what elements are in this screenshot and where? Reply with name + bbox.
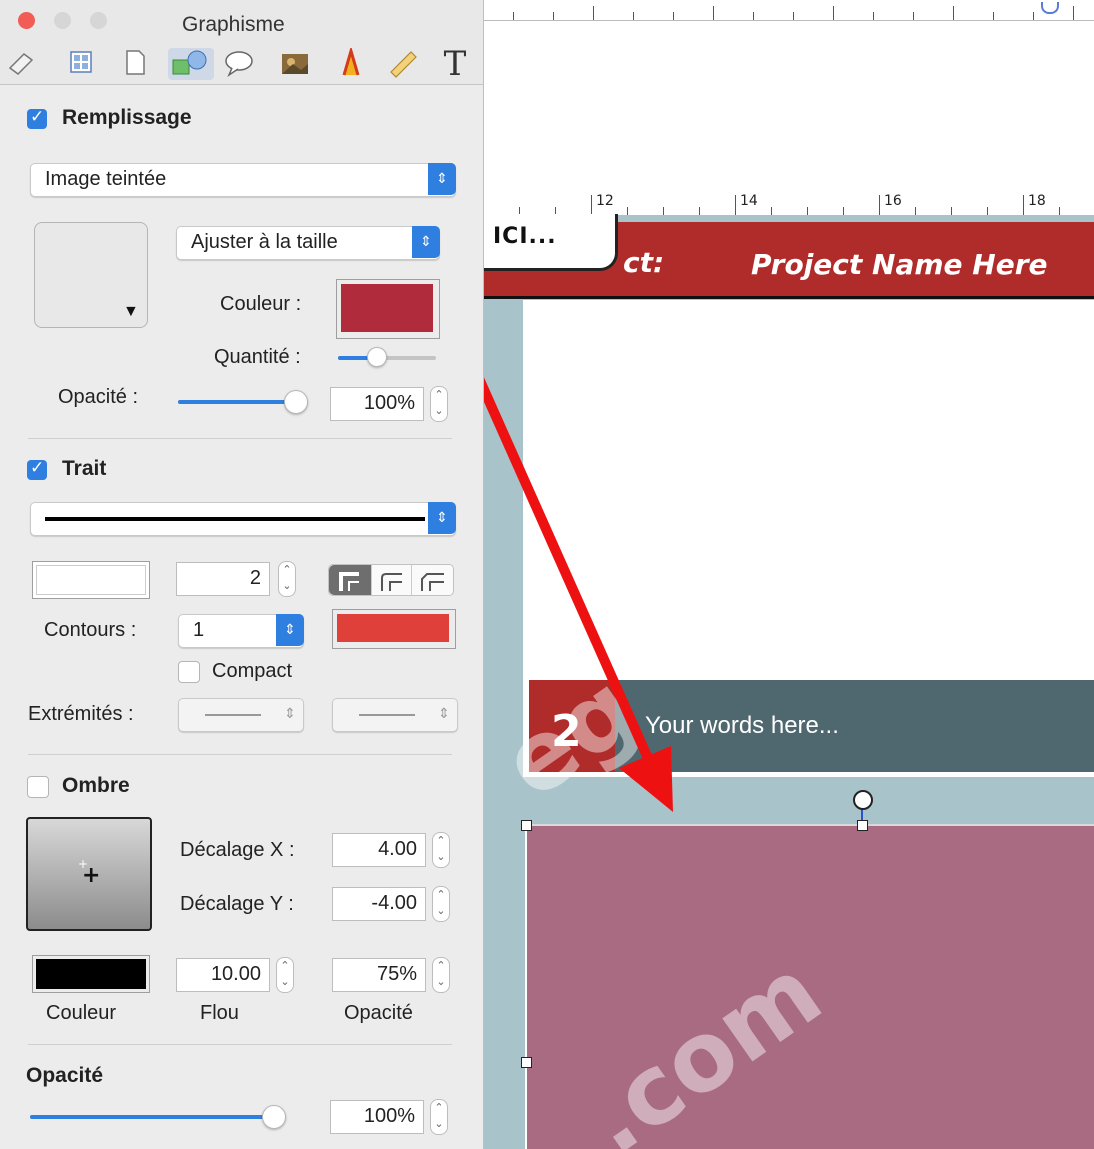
scale-value: Ajuster à la taille [191,231,338,253]
offset-x-field[interactable]: 4.00 [332,833,426,867]
compact-label: Compact [212,660,293,682]
amount-slider[interactable] [338,347,436,367]
stroke-color-well[interactable] [32,561,150,599]
line-join-segmented [328,564,454,596]
object-opacity-stepper[interactable]: ⌃ ⌄ [430,1099,448,1135]
fill-section-title: Remplissage [62,106,192,129]
plus-small-icon: + [78,857,89,871]
dropdown-triangle-icon: ▼ [123,303,139,320]
opacity-section-title: Opacité [26,1064,104,1087]
shadow-checkbox[interactable] [27,776,49,798]
fill-color-well[interactable] [336,279,440,339]
shadow-opacity-stepper[interactable]: ⌃ ⌄ [432,957,450,993]
text-style-icon[interactable] [334,45,368,80]
blur-label: Flou [200,1002,239,1024]
fill-checkbox[interactable] [27,107,47,129]
layout-icon[interactable] [64,48,98,80]
blur-stepper[interactable]: ⌃ ⌄ [276,957,294,993]
line-ends-label: Extrémités : [28,703,134,725]
end-cap-select[interactable]: ⇕ [332,698,458,732]
offset-x-value: 4.00 [378,838,417,860]
offset-x-label: Décalage X : [180,839,295,861]
compact-checkbox[interactable] [178,661,200,683]
image-icon[interactable] [278,48,312,80]
line-cap-preview [205,714,261,716]
fill-opacity-value: 100% [363,392,415,414]
chevron-updown-icon: ⇕ [428,163,456,195]
fill-opacity-slider[interactable] [178,390,308,414]
inspector-toolbar: T [0,44,483,85]
object-opacity-value: 100% [363,1105,415,1127]
line-join-round-icon[interactable] [371,565,412,595]
chevron-updown-icon: ⇕ [412,226,440,258]
start-cap-select[interactable]: ⇕ [178,698,304,732]
blur-value: 10.00 [210,963,261,985]
image-well[interactable]: ▼ [34,222,148,328]
scale-select[interactable]: Ajuster à la taille ⇕ [176,226,440,260]
fill-opacity-label: Opacité : [58,386,139,408]
fill-opacity-knob[interactable] [284,390,308,414]
shadow-opacity-field[interactable]: 75% [332,958,426,992]
stroke-checkbox[interactable] [27,458,47,480]
contours-value: 1 [193,619,205,641]
text-icon[interactable]: T [438,47,472,81]
document-canvas[interactable]: 12 14 16 18 ct: Project Name Here ICI...… [483,0,1094,1149]
offset-y-stepper[interactable]: ⌃ ⌄ [432,886,450,922]
stroke-width-value: 2 [249,567,261,589]
amount-label: Quantité : [214,346,301,368]
minimize-button[interactable] [54,12,71,29]
shape-icon[interactable] [168,48,214,80]
section-divider [28,438,452,439]
offset-y-value: -4.00 [371,892,417,914]
contours-select[interactable]: 1 ⇕ [178,614,304,648]
fill-opacity-stepper[interactable]: ⌃ ⌄ [430,386,448,422]
zoom-button[interactable] [90,12,107,29]
section-divider [28,754,452,755]
chevron-updown-icon: ⇕ [438,706,450,722]
stroke-width-stepper[interactable]: ⌃ ⌄ [278,561,296,597]
chevron-updown-icon: ⇕ [276,614,304,646]
shadow-opacity-value: 75% [376,963,417,985]
chevron-updown-icon: ⇕ [428,502,456,534]
shadow-color-well[interactable] [32,955,150,993]
title-bar[interactable]: Graphisme [0,0,483,44]
ruler-icon[interactable] [386,48,420,80]
section-divider [28,1044,452,1045]
fill-opacity-field[interactable]: 100% [330,387,424,421]
document-icon[interactable] [4,48,38,80]
graphics-inspector: Graphisme T Remplissage Image tei [0,0,484,1149]
offset-y-field[interactable]: -4.00 [332,887,426,921]
offset-y-label: Décalage Y : [180,893,294,915]
chevron-updown-icon: ⇕ [284,706,296,722]
window-title: Graphisme [182,13,285,36]
fill-type-select[interactable]: Image teintée ⇕ [30,163,456,197]
object-opacity-field[interactable]: 100% [330,1100,424,1134]
stroke-section-title: Trait [62,457,107,480]
line-join-bevel-icon[interactable] [411,565,454,595]
shadow-preview-well[interactable]: + + [26,817,152,931]
contours-label: Contours : [44,619,137,641]
object-opacity-knob[interactable] [262,1105,286,1129]
object-opacity-slider[interactable] [30,1105,286,1129]
stroke-width-field[interactable]: 2 [176,562,270,596]
close-button[interactable] [18,12,35,29]
shadow-color-label: Couleur [46,1002,117,1024]
amount-slider-knob[interactable] [367,347,388,367]
contour-color-well[interactable] [332,609,456,649]
blur-field[interactable]: 10.00 [176,958,270,992]
shadow-opacity-label: Opacité [344,1002,413,1024]
callout-icon[interactable] [222,48,256,80]
fill-type-value: Image teintée [45,168,167,190]
red-arrow-annotation [483,375,673,812]
shadow-section-title: Ombre [62,774,130,797]
offset-x-stepper[interactable]: ⌃ ⌄ [432,832,450,868]
page-icon[interactable] [118,48,152,80]
fill-color-label: Couleur : [220,293,302,315]
line-cap-preview [359,714,415,716]
stroke-style-select[interactable]: ⇕ [30,502,456,536]
line-join-miter-icon[interactable] [329,565,371,595]
stroke-line-preview [45,517,425,521]
